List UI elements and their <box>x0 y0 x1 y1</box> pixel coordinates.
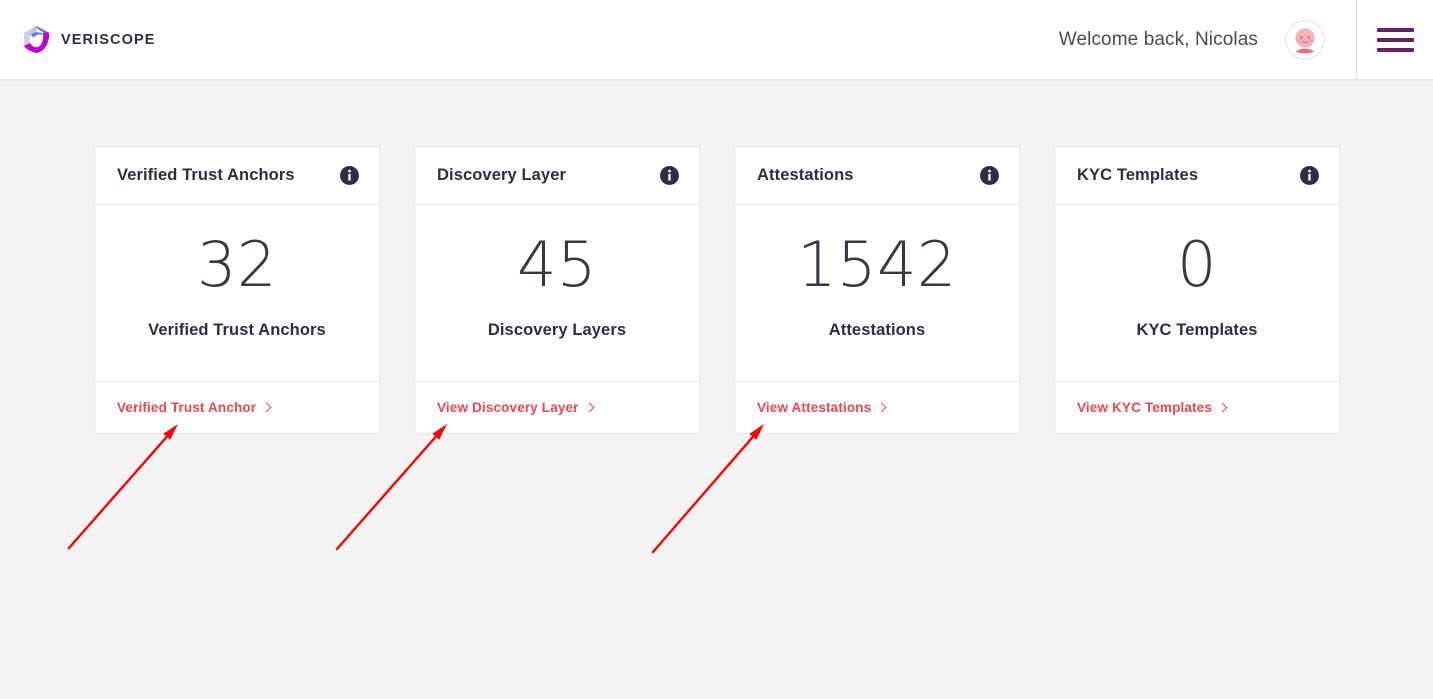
brand-logo[interactable]: VERISCOPE <box>21 24 156 55</box>
card-link-view-discovery-layer[interactable]: View Discovery Layer <box>437 400 595 415</box>
card-body: 1542 Attestations <box>735 205 1019 381</box>
card-footer: View KYC Templates <box>1055 381 1339 433</box>
chevron-right-icon <box>876 402 887 413</box>
arrow-to-verified-trust-anchor-link <box>67 424 178 550</box>
card-subtitle: Discovery Layers <box>487 321 627 339</box>
card-title: Verified Trust Anchors <box>117 166 295 184</box>
card-footer: Verified Trust Anchor <box>95 381 379 433</box>
card-link-verified-trust-anchor[interactable]: Verified Trust Anchor <box>117 400 272 415</box>
info-icon[interactable] <box>980 166 999 185</box>
stat-card-discovery-layer: Discovery Layer 45 Discovery Layers View… <box>414 146 700 434</box>
card-footer: View Discovery Layer <box>415 381 699 433</box>
card-body: 32 Verified Trust Anchors <box>95 205 379 381</box>
welcome-message: Welcome back, Nicolas <box>1058 28 1258 50</box>
stat-cards-row: Verified Trust Anchors 32 Verified Trust… <box>94 146 1340 434</box>
card-link-label: View KYC Templates <box>1077 400 1212 415</box>
brand-logo-text: VERISCOPE <box>61 31 156 48</box>
veriscope-swirl-logo-icon <box>23 25 50 54</box>
card-link-label: View Discovery Layer <box>437 400 579 415</box>
card-link-view-attestations[interactable]: View Attestations <box>757 400 887 415</box>
user-avatar-icon[interactable] <box>1285 19 1325 60</box>
arrow-to-view-discovery-layer-link <box>335 424 447 551</box>
card-value: 45 <box>517 228 597 301</box>
info-icon[interactable] <box>660 166 679 185</box>
info-icon[interactable] <box>340 166 359 185</box>
hamburger-menu-icon[interactable] <box>1357 0 1433 79</box>
card-header: KYC Templates <box>1055 147 1339 205</box>
stat-card-attestations: Attestations 1542 Attestations View Atte… <box>734 146 1020 434</box>
card-body: 0 KYC Templates <box>1055 205 1339 381</box>
card-link-label: View Attestations <box>757 400 872 415</box>
card-subtitle: KYC Templates <box>1136 321 1258 339</box>
card-header: Discovery Layer <box>415 147 699 205</box>
card-header: Verified Trust Anchors <box>95 147 379 205</box>
card-link-view-kyc-templates[interactable]: View KYC Templates <box>1077 400 1228 415</box>
card-link-label: Verified Trust Anchor <box>117 400 257 415</box>
hamburger-bar-3 <box>1376 47 1414 52</box>
info-icon[interactable] <box>1300 166 1319 185</box>
chevron-right-icon <box>1217 402 1228 413</box>
hamburger-bar-2 <box>1376 37 1414 42</box>
card-value: 1542 <box>797 228 957 301</box>
card-header: Attestations <box>735 147 1019 205</box>
card-value: 32 <box>197 228 277 301</box>
card-subtitle: Verified Trust Anchors <box>148 321 326 339</box>
app-header: VERISCOPE Welcome back, Nicolas <box>0 0 1433 79</box>
chevron-right-icon <box>261 402 272 413</box>
card-subtitle: Attestations <box>828 321 926 339</box>
chevron-right-icon <box>584 402 595 413</box>
arrow-to-view-attestations-link <box>651 424 764 554</box>
card-title: Attestations <box>757 166 854 184</box>
card-value: 0 <box>1177 228 1217 301</box>
card-footer: View Attestations <box>735 381 1019 433</box>
stat-card-verified-trust-anchors: Verified Trust Anchors 32 Verified Trust… <box>94 146 380 434</box>
card-body: 45 Discovery Layers <box>415 205 699 381</box>
hamburger-bar-1 <box>1376 27 1414 32</box>
stat-card-kyc-templates: KYC Templates 0 KYC Templates View KYC T… <box>1054 146 1340 434</box>
card-title: KYC Templates <box>1077 166 1199 184</box>
card-title: Discovery Layer <box>437 166 566 184</box>
